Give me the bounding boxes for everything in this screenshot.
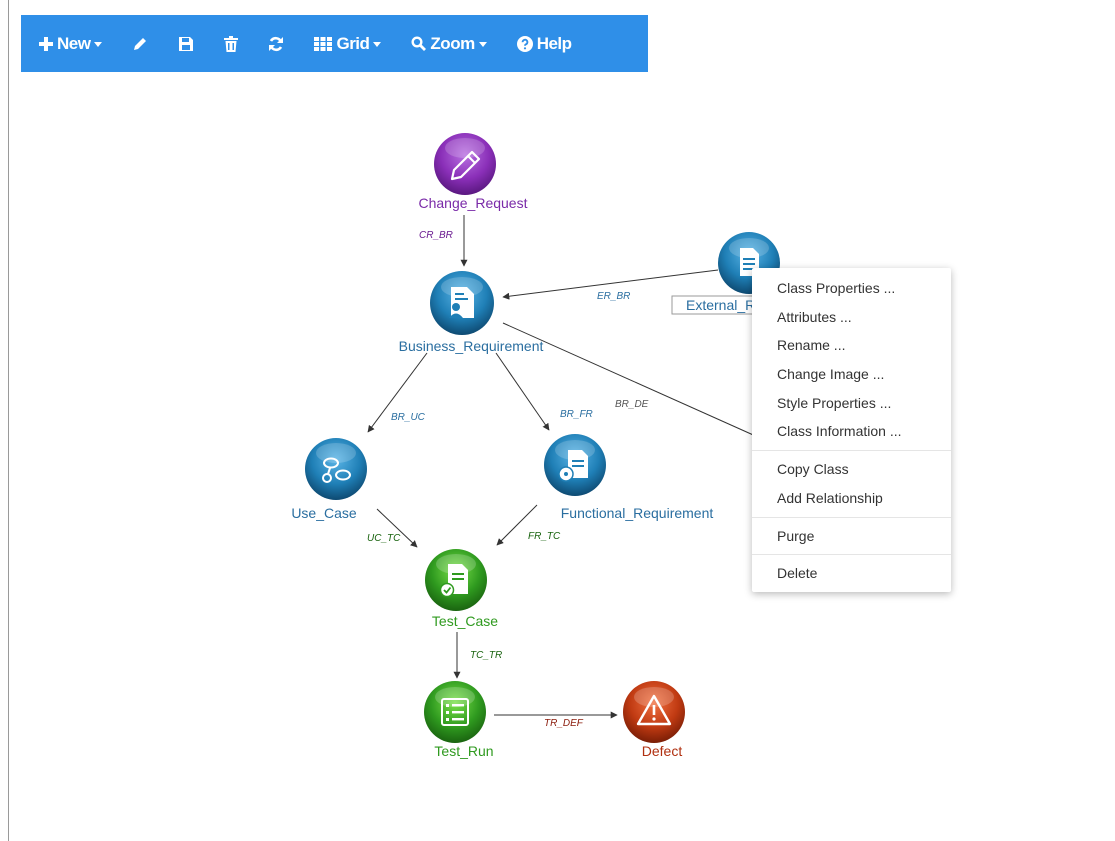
menu-divider [752,516,951,518]
menu-item-style-properties[interactable]: Style Properties ... [752,389,951,418]
edge-label-br-fr: BR_FR [560,409,593,420]
node-label-test-run: Test_Run [434,743,493,759]
node-label-change-request: Change_Request [419,195,528,211]
edge-label-tc-tr: TC_TR [470,650,502,661]
menu-item-class-properties[interactable]: Class Properties ... [752,274,951,303]
menu-divider [752,450,951,452]
edge-label-er-br: ER_BR [597,291,630,302]
menu-item-attributes[interactable]: Attributes ... [752,303,951,332]
node-test-case[interactable]: Test_Case [425,549,498,629]
node-change-request[interactable]: Change_Request [419,133,528,211]
node-label-external-requirement: External_R [686,297,755,313]
context-menu: Class Properties ... Attributes ... Rena… [752,268,951,592]
node-use-case[interactable]: Use_Case [291,438,367,521]
node-label-use-case: Use_Case [291,505,357,521]
node-label-test-case: Test_Case [432,613,498,629]
edge-label-tr-def: TR_DEF [544,718,584,729]
edge-label-br-de: BR_DE [615,399,649,410]
menu-item-class-information[interactable]: Class Information ... [752,417,951,446]
edge-label-cr-br: CR_BR [419,230,453,241]
menu-item-copy-class[interactable]: Copy Class [752,455,951,484]
node-test-run[interactable]: Test_Run [424,681,494,759]
edge-label-uc-tc: UC_TC [367,533,401,544]
edge-labels: CR_BR ER_BR BR_UC BR_FR BR_DE UC_TC FR_T… [367,230,649,729]
menu-item-rename[interactable]: Rename ... [752,331,951,360]
edge-br-fr[interactable] [495,352,550,431]
node-functional-requirement[interactable]: Functional_Requirement [544,434,713,521]
node-label-functional-requirement: Functional_Requirement [561,505,714,521]
node-business-requirement[interactable]: Business_Requirement [399,271,544,354]
menu-divider [752,554,951,556]
edge-label-br-uc: BR_UC [391,412,426,423]
node-label-defect: Defect [642,743,683,759]
node-label-business-requirement: Business_Requirement [399,338,544,354]
menu-item-delete[interactable]: Delete [752,559,951,588]
menu-item-purge[interactable]: Purge [752,522,951,551]
menu-item-change-image[interactable]: Change Image ... [752,360,951,389]
document-person-icon [449,287,474,318]
menu-item-add-relationship[interactable]: Add Relationship [752,484,951,513]
edge-label-fr-tc: FR_TC [528,531,561,542]
node-defect[interactable]: Defect [623,681,685,759]
